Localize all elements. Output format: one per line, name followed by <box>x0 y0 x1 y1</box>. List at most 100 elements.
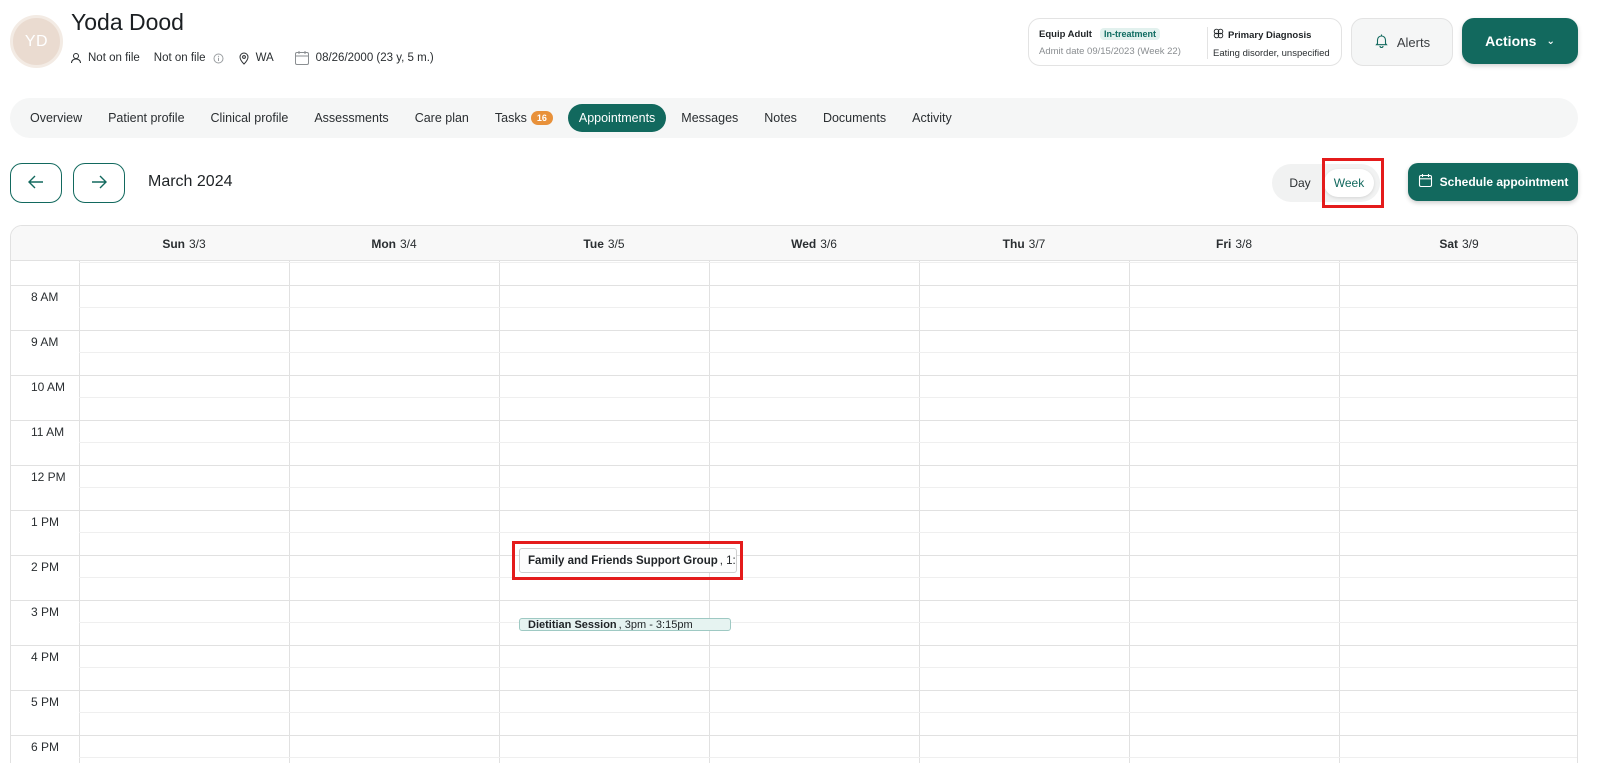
tab-label: Documents <box>822 111 887 125</box>
day-name: Fri <box>1215 236 1232 251</box>
admit-date: Admit date 09/15/2023 (Week 22) <box>1039 46 1181 57</box>
status-badge: In-treatment <box>1099 28 1160 40</box>
chevron-down-icon: ⌄ <box>1546 35 1555 47</box>
day-name: Thu <box>1002 236 1025 251</box>
program-name: Equip Adult <box>1039 28 1092 40</box>
tab-care-plan[interactable]: Care plan <box>404 104 480 132</box>
arrow-left-icon <box>27 175 45 192</box>
pronouns-value: Not on file <box>88 52 140 64</box>
time-label: 4 PM <box>31 650 60 664</box>
time-label: 12 PM <box>31 470 66 484</box>
day-header: Wed 3/6 <box>709 226 919 261</box>
appointment-event[interactable]: Dietitian Session, 3pm - 3:15pm <box>519 618 731 631</box>
actions-label: Actions <box>1485 33 1537 49</box>
month-label: March 2024 <box>148 173 233 190</box>
time-label: 10 AM <box>31 380 66 394</box>
info-icon[interactable] <box>213 53 224 64</box>
tab-patient-profile[interactable]: Patient profile <box>97 104 195 132</box>
hour-line <box>11 690 1577 691</box>
actions-button[interactable]: Actions ⌄ <box>1462 18 1578 64</box>
day-date: 3/3 <box>188 236 206 251</box>
schedule-appointment-button[interactable]: Schedule appointment <box>1408 163 1578 201</box>
tab-tasks[interactable]: Tasks 16 <box>484 104 564 132</box>
diagnosis-icon <box>1213 28 1228 42</box>
half-hour-line <box>79 397 1577 398</box>
tab-assessments[interactable]: Assessments <box>303 104 399 132</box>
day-name: Wed <box>791 236 817 251</box>
location-pin-icon <box>238 52 250 65</box>
patient-meta: Not on file Not on file WA 08/26/2000 (2… <box>70 50 448 66</box>
hour-line <box>11 375 1577 376</box>
tab-documents[interactable]: Documents <box>812 104 897 132</box>
state-item: WA <box>238 52 274 65</box>
avatar: YD <box>10 15 63 68</box>
time-label: 9 AM <box>31 335 59 349</box>
hour-line <box>11 420 1577 421</box>
event-highlight-box <box>512 541 743 580</box>
time-label: 6 PM <box>31 740 60 754</box>
time-label: 5 PM <box>31 695 60 709</box>
tab-label: Messages <box>681 111 739 125</box>
column-divider <box>709 261 710 763</box>
patient-name: Yoda Dood <box>71 9 184 35</box>
half-hour-line <box>79 622 1577 623</box>
half-hour-line <box>79 667 1577 668</box>
arrow-right-icon <box>90 175 108 192</box>
tab-label: Appointments <box>578 111 656 125</box>
hour-line <box>11 330 1577 331</box>
tab-appointments[interactable]: Appointments <box>567 104 667 132</box>
alerts-button[interactable]: Alerts <box>1351 18 1453 66</box>
tab-label: Overview <box>30 111 83 125</box>
card-divider <box>1207 27 1208 59</box>
column-divider <box>1339 261 1340 763</box>
dob-value: 08/26/2000 (23 y, 5 m.) <box>315 52 434 64</box>
next-week-button[interactable] <box>73 163 125 203</box>
tab-messages[interactable]: Messages <box>670 104 749 132</box>
half-hour-line <box>79 577 1577 578</box>
diagnosis-title: Primary Diagnosis <box>1228 29 1312 41</box>
column-divider <box>79 261 80 763</box>
event-title: Dietitian Session <box>528 618 617 631</box>
tab-label: Notes <box>764 111 797 125</box>
day-date: 3/9 <box>1462 236 1479 251</box>
schedule-label: Schedule appointment <box>1439 175 1569 189</box>
diagnosis-value: Eating disorder, unspecified <box>1213 48 1330 59</box>
day-date: 3/5 <box>607 236 625 251</box>
hour-line <box>11 645 1577 646</box>
tab-bar: Overview Patient profile Clinical profil… <box>10 98 1578 138</box>
tab-activity[interactable]: Activity <box>901 104 963 132</box>
half-hour-line <box>79 442 1577 443</box>
view-day-option[interactable]: Day <box>1278 169 1322 197</box>
half-hour-line <box>79 757 1577 758</box>
tab-label: Activity <box>912 111 952 125</box>
pronouns-item: Not on file <box>70 52 140 64</box>
previous-week-button[interactable] <box>10 163 62 203</box>
day-date: 3/8 <box>1235 236 1253 251</box>
diagnosis-title-row: Primary Diagnosis <box>1213 28 1330 42</box>
tab-label: Tasks <box>494 111 527 125</box>
half-hour-line <box>79 532 1577 533</box>
day-header: Sat 3/9 <box>1339 226 1577 261</box>
calendar-icon <box>1418 173 1440 191</box>
day-header: Thu 3/7 <box>919 226 1129 261</box>
program-info-card: Equip Adult In-treatment Admit date 09/1… <box>1028 18 1342 66</box>
tab-overview[interactable]: Overview <box>19 104 93 132</box>
hour-line <box>11 510 1577 511</box>
column-divider <box>289 261 290 763</box>
tab-label: Care plan <box>414 111 469 125</box>
hour-line <box>11 465 1577 466</box>
gender-item: Not on file <box>154 52 224 64</box>
avatar-initials: YD <box>24 32 49 50</box>
time-label: 8 AM <box>31 290 59 304</box>
calendar-icon <box>294 50 310 66</box>
bell-icon <box>1374 33 1397 51</box>
half-hour-line <box>79 307 1577 308</box>
half-hour-line <box>79 487 1577 488</box>
event-time: , 3pm - 3:15pm <box>618 618 693 631</box>
time-label: 3 PM <box>31 605 60 619</box>
tab-clinical-profile[interactable]: Clinical profile <box>200 104 300 132</box>
tab-notes[interactable]: Notes <box>753 104 808 132</box>
day-name: Sun <box>162 236 185 251</box>
day-date: 3/4 <box>399 236 417 251</box>
gender-value: Not on file <box>153 52 206 64</box>
